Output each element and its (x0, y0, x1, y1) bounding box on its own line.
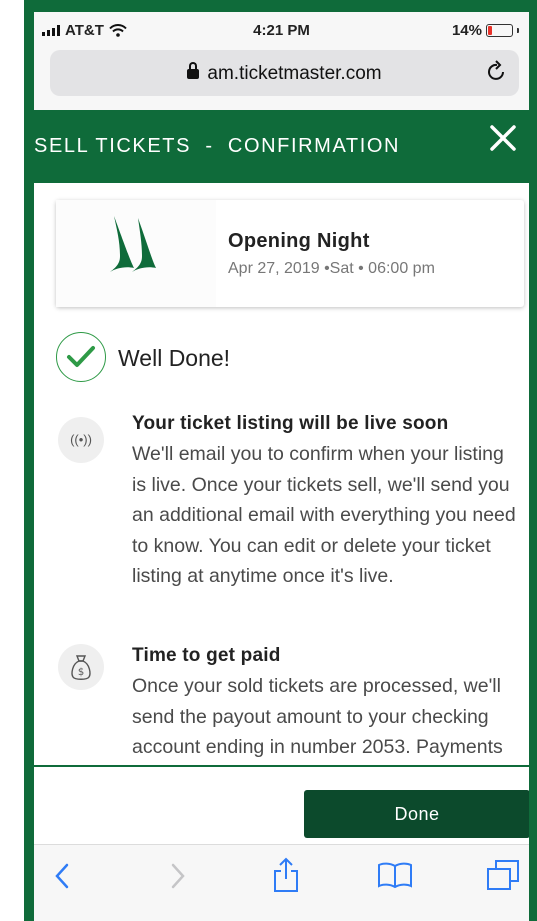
info-body-listing: We'll email you to confirm when your lis… (132, 443, 516, 587)
event-card: Opening Night Apr 27, 2019 •Sat • 06:00 … (56, 200, 524, 307)
url-text: am.ticketmaster.com (207, 63, 382, 84)
url-display: am.ticketmaster.com (50, 62, 519, 85)
page-header: SELL TICKETS - CONFIRMATION (34, 110, 529, 183)
battery-percent: 14% (451, 22, 482, 39)
bookmarks-icon[interactable] (377, 861, 413, 889)
broadcast-icon: ((•)) (58, 417, 104, 463)
info-title-listing: Your ticket listing will be live soon (132, 413, 449, 434)
lock-icon (187, 62, 200, 79)
browser-toolbar (34, 844, 529, 921)
forward-icon[interactable] (170, 863, 186, 889)
battery-nub (517, 28, 519, 33)
battery-group: 14% (452, 22, 519, 39)
confirmation-heading: Well Done! (118, 345, 231, 371)
info-title-paid: Time to get paid (132, 645, 281, 666)
page-title: SELL TICKETS - CONFIRMATION (34, 135, 401, 157)
frame-border-right (529, 0, 537, 921)
reload-icon[interactable] (487, 60, 507, 82)
event-logo-area (56, 200, 216, 307)
browser-url-area: am.ticketmaster.com (34, 48, 529, 110)
svg-text:$: $ (78, 667, 84, 678)
done-button[interactable]: Done (304, 790, 529, 838)
tabs-icon[interactable] (486, 859, 520, 891)
battery-icon (486, 24, 513, 37)
phone-screen: AT&T 4:21 PM 14% am.ticketmaster.com SEL… (34, 12, 529, 921)
frame-border-left (24, 0, 34, 921)
event-name: Opening Night (228, 230, 370, 252)
close-icon[interactable] (489, 124, 517, 158)
status-bar: AT&T 4:21 PM 14% (34, 12, 529, 48)
frame-border-top (24, 0, 537, 12)
footer: Done (34, 767, 529, 842)
back-icon[interactable] (54, 863, 70, 889)
money-bag-icon: $ (58, 644, 104, 690)
check-circle-icon (56, 332, 106, 382)
team-logo (110, 216, 156, 272)
event-date: Apr 27, 2019 •Sat • 06:00 pm (228, 260, 435, 277)
address-bar[interactable]: am.ticketmaster.com (50, 50, 519, 96)
share-icon[interactable] (272, 857, 300, 893)
